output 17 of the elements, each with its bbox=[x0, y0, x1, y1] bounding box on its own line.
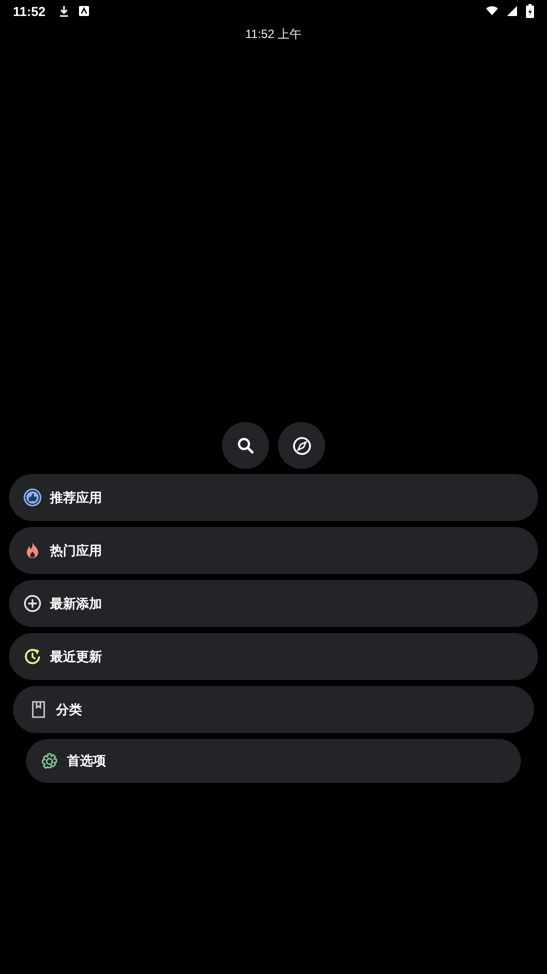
download-icon bbox=[58, 5, 70, 17]
menu-item[interactable]: 分类 bbox=[13, 686, 534, 733]
menu-item[interactable]: 热门应用 bbox=[9, 527, 538, 574]
wifi-icon bbox=[486, 5, 498, 17]
search-button[interactable] bbox=[222, 422, 269, 469]
app-notification-icon bbox=[78, 5, 90, 17]
search-icon bbox=[236, 436, 256, 456]
status-time: 11:52 bbox=[13, 4, 46, 18]
menu-item[interactable]: 最新添加 bbox=[9, 580, 538, 627]
menu-item[interactable]: 推荐应用 bbox=[9, 474, 538, 521]
compass-icon bbox=[292, 436, 312, 456]
signal-icon bbox=[506, 5, 518, 17]
menu-item[interactable]: 首选项 bbox=[26, 739, 521, 783]
battery-icon bbox=[526, 4, 534, 18]
menu-item[interactable]: 最近更新 bbox=[9, 633, 538, 680]
clock-text: 11:52 上午 bbox=[244, 26, 303, 43]
compass-button[interactable] bbox=[278, 422, 325, 469]
